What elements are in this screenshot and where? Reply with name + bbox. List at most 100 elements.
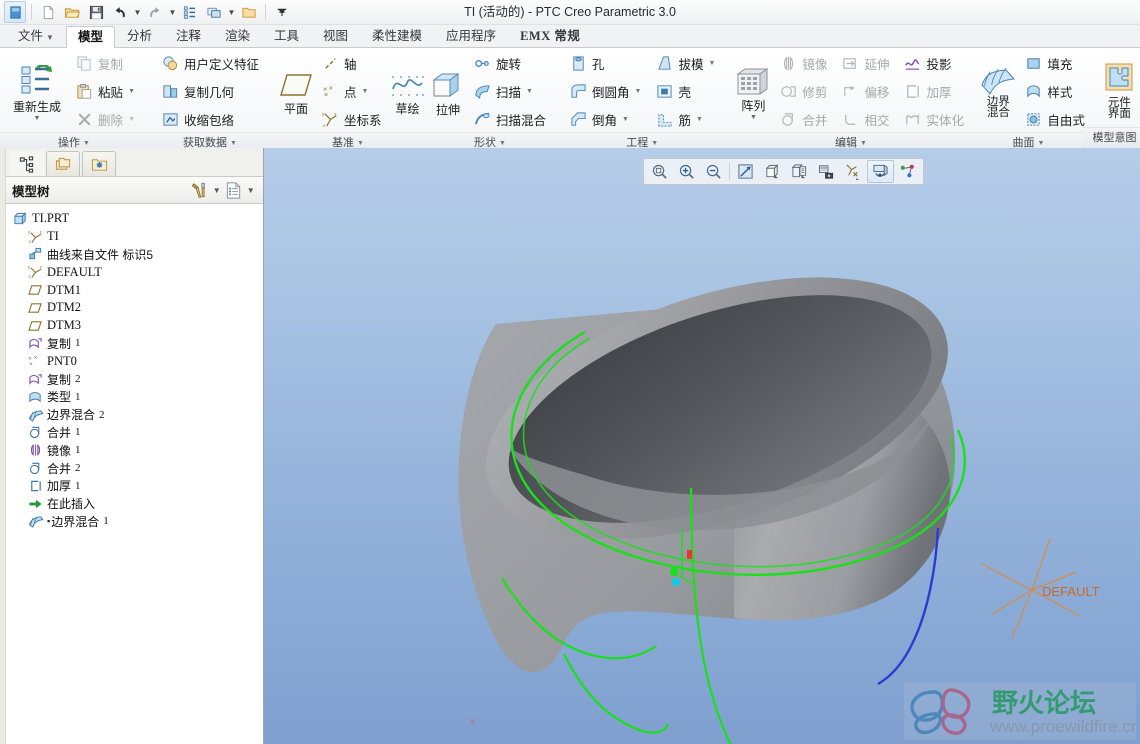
round-button[interactable]: 倒圆角 ▼ xyxy=(565,78,645,104)
copy-button[interactable]: 复制 xyxy=(71,50,139,76)
tab-analysis[interactable]: 分析 xyxy=(115,25,164,47)
render-capture-icon[interactable] xyxy=(813,160,840,183)
quick-access-toolbar[interactable]: ▼ ▼ ▼ xyxy=(0,0,293,24)
ribbon-tab-strip[interactable]: 文件 ▼ 模型 分析 注释 渲染 工具 视图 柔性建模 应用程序 EMX 常规 xyxy=(0,25,1140,48)
trim-button[interactable]: 修剪 xyxy=(775,78,831,104)
tab-flexible-modeling[interactable]: 柔性建模 xyxy=(360,25,434,47)
tree-item-copy-1[interactable]: 复制 1 xyxy=(1,335,263,353)
datum-axis-button[interactable]: 轴 xyxy=(317,50,386,76)
zoom-in-icon[interactable] xyxy=(673,160,700,183)
tree-item-merge-2[interactable]: 合并 2 xyxy=(1,459,263,477)
component-interface-button[interactable]: 元件 界面 xyxy=(1089,58,1140,120)
tree-display-dropdown-icon[interactable]: ▼ xyxy=(245,179,257,201)
hammer-screwdriver-icon[interactable] xyxy=(189,179,211,201)
new-file-icon[interactable] xyxy=(37,1,59,23)
extrude-button[interactable]: 拉伸 xyxy=(430,66,466,117)
chevron-down-icon[interactable]: ▼ xyxy=(750,114,757,121)
ribbon-group-model-intent-title[interactable]: 模型意图▼ xyxy=(1083,127,1140,148)
tab-file[interactable]: 文件 ▼ xyxy=(6,25,66,47)
tab-model[interactable]: 模型 xyxy=(65,26,115,48)
model-3d-render[interactable]: DEFAULT × xyxy=(264,148,1140,744)
swept-blend-button[interactable]: 扫描混合 xyxy=(469,106,550,132)
model-tree-tab[interactable] xyxy=(10,151,44,176)
refit-zoom-icon[interactable] xyxy=(646,160,673,183)
pattern-button[interactable]: 阵列 ▼ xyxy=(734,62,772,121)
tree-settings-icon[interactable] xyxy=(223,179,245,201)
tab-emx-general[interactable]: EMX 常规 xyxy=(508,25,592,47)
tab-tools[interactable]: 工具 xyxy=(262,25,311,47)
tree-item-curve-from-file[interactable]: 曲线来自文件 标识5 xyxy=(1,246,263,264)
folder-browser-tab[interactable] xyxy=(46,151,80,176)
view-manager-icon[interactable] xyxy=(786,160,813,183)
reorient-icon[interactable] xyxy=(732,160,759,183)
sweep-button[interactable]: 扫描 ▼ xyxy=(469,78,550,104)
new-window-icon[interactable] xyxy=(4,1,26,23)
saved-views-icon[interactable] xyxy=(759,160,786,183)
rib-button[interactable]: 筋 ▼ xyxy=(651,106,719,132)
fill-button[interactable]: 填充 xyxy=(1020,50,1089,76)
zoom-out-icon[interactable] xyxy=(700,160,727,183)
tree-item-dtm1[interactable]: DTM1 xyxy=(1,281,263,299)
project-button[interactable]: 投影 xyxy=(899,50,968,76)
redo-dropdown-icon[interactable]: ▼ xyxy=(168,2,177,22)
chevron-down-icon[interactable]: ▼ xyxy=(128,116,135,123)
tree-item-pnt0[interactable]: × × × PNT0 xyxy=(1,352,263,370)
chevron-down-icon[interactable]: ▼ xyxy=(696,116,703,123)
tree-item-boundary-blend-2[interactable]: 边界混合 2 xyxy=(1,406,263,424)
merge-button[interactable]: 合并 xyxy=(775,106,831,132)
navigator-tab-bar[interactable] xyxy=(0,148,263,176)
view-toolbar[interactable] xyxy=(642,158,924,185)
appearance-icon[interactable] xyxy=(894,160,921,183)
freestyle-button[interactable]: 自由式 xyxy=(1020,106,1089,132)
regenerate-button[interactable]: 重新生成 ▼ xyxy=(6,61,68,122)
open-folder-icon[interactable] xyxy=(61,1,83,23)
tree-item-insert-here[interactable]: 在此插入 xyxy=(1,495,263,513)
datum-plane-button[interactable]: 平面 xyxy=(278,67,314,116)
datum-display-icon[interactable] xyxy=(840,160,867,183)
window-dropdown-icon[interactable]: ▼ xyxy=(227,2,236,22)
graphics-viewport[interactable]: DEFAULT × 野火论坛 www.proewildfire.cn xyxy=(263,148,1140,744)
chevron-down-icon[interactable]: ▼ xyxy=(622,116,629,123)
tab-render[interactable]: 渲染 xyxy=(213,25,262,47)
tree-item-part[interactable]: TI.PRT xyxy=(1,210,263,228)
tab-applications[interactable]: 应用程序 xyxy=(434,25,508,47)
hole-button[interactable]: 孔 xyxy=(565,50,645,76)
offset-button[interactable]: 偏移 xyxy=(837,78,893,104)
tree-item-csys-ti[interactable]: y x z TI xyxy=(1,228,263,246)
chevron-down-icon[interactable]: ▼ xyxy=(128,88,135,95)
chevron-down-icon[interactable]: ▼ xyxy=(526,88,533,95)
tree-settings-dropdown-icon[interactable]: ▼ xyxy=(211,179,223,201)
mirror-button[interactable]: 镜像 xyxy=(775,50,831,76)
extend-button[interactable]: 延伸 xyxy=(837,50,893,76)
sketch-button[interactable]: 草绘 xyxy=(389,67,427,116)
display-style-icon[interactable] xyxy=(866,160,894,183)
save-icon[interactable] xyxy=(85,1,107,23)
coordinate-system-button[interactable]: y x z 坐标系 xyxy=(317,106,386,132)
thicken-button[interactable]: 加厚 xyxy=(899,78,968,104)
solidify-button[interactable]: 实体化 xyxy=(899,106,968,132)
tree-item-dtm2[interactable]: DTM2 xyxy=(1,299,263,317)
paste-button[interactable]: 粘贴 ▼ xyxy=(71,78,139,104)
chevron-down-icon[interactable]: ▼ xyxy=(708,60,715,67)
udf-button[interactable]: 用户定义特征 xyxy=(157,50,263,76)
qat-overflow-icon[interactable] xyxy=(271,1,293,23)
draft-button[interactable]: 拔模 ▼ xyxy=(651,50,719,76)
datum-point-button[interactable]: × × × 点 ▼ xyxy=(317,78,386,104)
undo-icon[interactable] xyxy=(109,1,131,23)
chevron-down-icon[interactable]: ▼ xyxy=(362,88,369,95)
tree-item-mirror-1[interactable]: 镜像 1 xyxy=(1,441,263,459)
shrinkwrap-button[interactable]: 收缩包络 xyxy=(157,106,263,132)
tab-annotate[interactable]: 注释 xyxy=(164,25,213,47)
regenerate-icon[interactable] xyxy=(179,1,201,23)
tree-item-copy-2[interactable]: 复制 2 xyxy=(1,370,263,388)
window-switch-icon[interactable] xyxy=(203,1,225,23)
tree-item-boundary-blend-1[interactable]: ▪ 边界混合 1 xyxy=(1,513,263,531)
revolve-button[interactable]: 旋转 xyxy=(469,50,550,76)
delete-button[interactable]: 删除 ▼ xyxy=(71,106,139,132)
boundary-blend-button[interactable]: 边界 混合 xyxy=(979,63,1017,119)
shell-button[interactable]: 壳 xyxy=(651,78,719,104)
chevron-down-icon[interactable]: ▼ xyxy=(34,115,41,122)
favorites-tab[interactable] xyxy=(82,151,116,176)
tree-item-dtm3[interactable]: DTM3 xyxy=(1,317,263,335)
tree-item-thicken-1[interactable]: 加厚 1 xyxy=(1,477,263,495)
